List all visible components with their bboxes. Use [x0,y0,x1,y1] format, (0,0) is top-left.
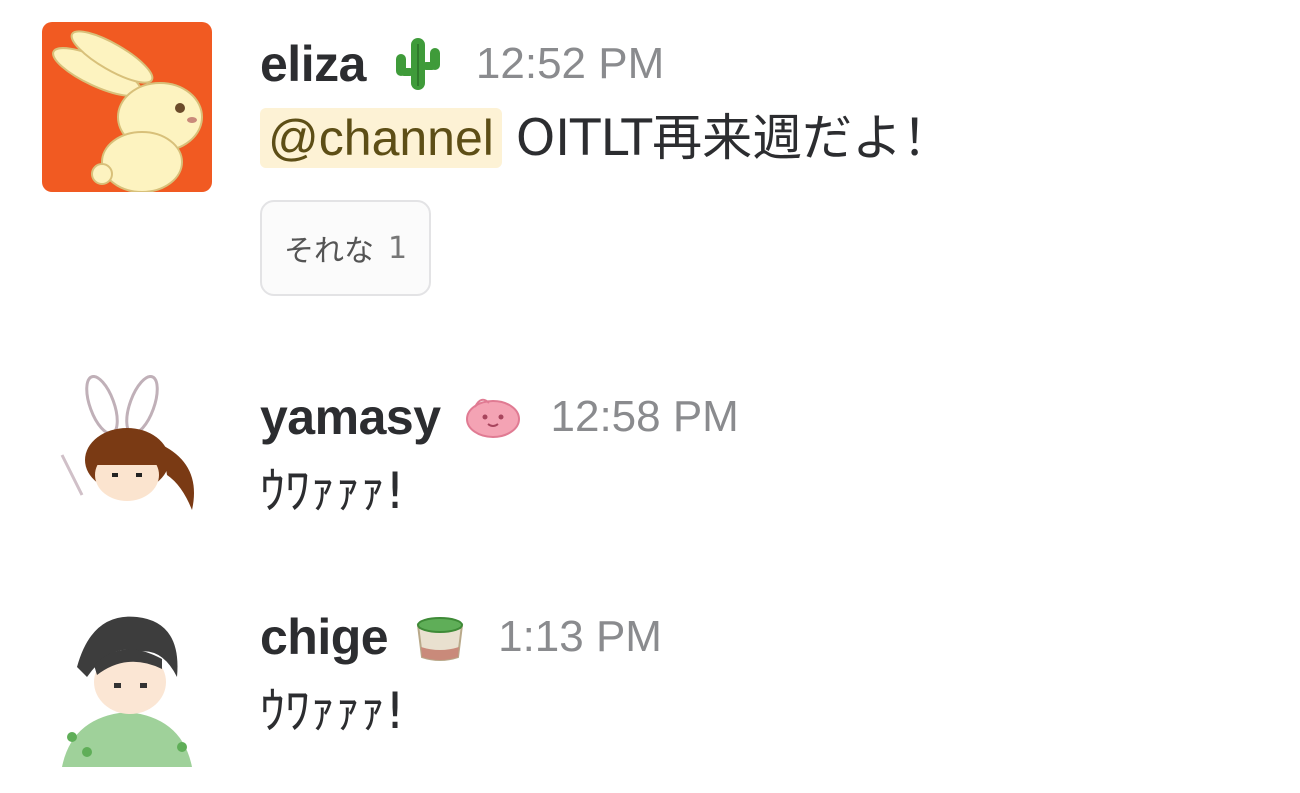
bunny-girl-avatar-icon [42,375,212,545]
message-header: yamasy 12:58 PM [260,387,1280,447]
message-text: ｳﾜｧｧｧ! [260,682,406,740]
timestamp[interactable]: 12:58 PM [551,392,739,442]
message-header: eliza 12:52 PM [260,34,1280,94]
cactus-icon [388,34,448,94]
message-content: eliza 12:52 PM @channelOITLT再来週だよ！ それな [260,34,1280,296]
reaction-button[interactable]: それな 1 [260,200,432,296]
avatar[interactable] [42,597,212,767]
avatar[interactable] [42,22,212,192]
reaction-label: それな [284,234,374,269]
username[interactable]: yamasy [260,388,441,446]
timestamp[interactable]: 1:13 PM [498,612,662,662]
rabbit-avatar-icon [42,22,212,192]
message-content: yamasy 12:58 PM ｳﾜｧｧｧ! [260,387,1280,523]
username[interactable]: chige [260,608,389,666]
pink-blob-icon [463,387,523,447]
message-text: ｳﾜｧｧｧ! [260,462,406,520]
boy-avatar-icon [42,597,212,767]
username[interactable]: eliza [260,35,366,93]
message-content: chige 1:13 PM ｳﾜｧｧｧ! [260,607,1280,743]
timestamp[interactable]: 12:52 PM [476,39,664,89]
message-text: @channel OITLT再来週だよ！ [260,106,1280,170]
reaction-count: 1 [388,230,408,266]
channel-mention[interactable]: @channel [260,108,502,168]
message-header: chige 1:13 PM [260,607,1280,667]
message-list: eliza 12:52 PM @channelOITLT再来週だよ！ それな [0,0,1300,793]
avatar[interactable] [42,375,212,545]
matcha-tea-icon [410,607,470,667]
message-body: OITLT再来週だよ！ [515,109,953,167]
